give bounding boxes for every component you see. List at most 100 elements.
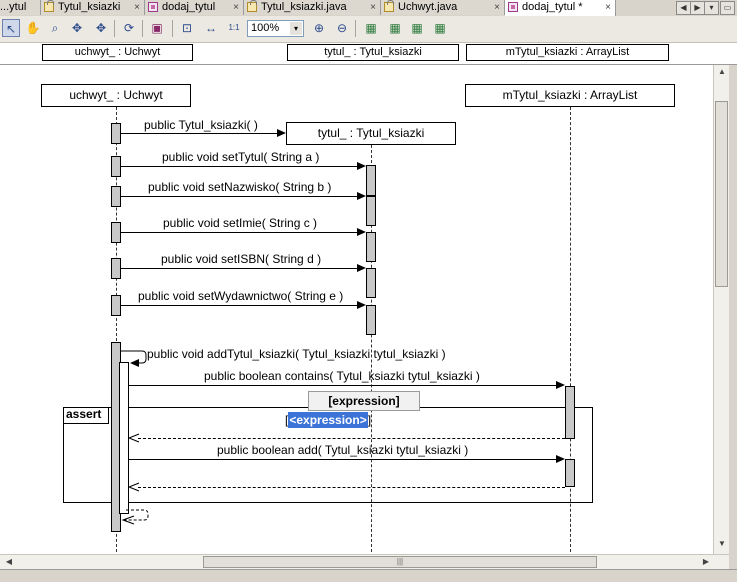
activation-bar[interactable]	[111, 222, 121, 243]
zoom-select[interactable]: 100% ▾	[247, 20, 304, 37]
chevron-down-icon[interactable]: ▾	[290, 22, 302, 35]
message-line[interactable]	[121, 268, 357, 269]
guard-expression-selected-text[interactable]: <expression>	[288, 412, 368, 428]
tab-label: Uchwyt.java	[398, 1, 458, 13]
layout-3-icon[interactable]: ▦	[408, 19, 426, 37]
activation-bar[interactable]	[111, 186, 121, 207]
message-label[interactable]: public void setISBN( String d )	[161, 252, 321, 266]
return-message-line[interactable]	[138, 487, 565, 488]
activation-bar[interactable]	[366, 196, 376, 226]
message-line[interactable]	[121, 166, 357, 167]
message-label[interactable]: public void setImie( String c )	[163, 216, 317, 230]
horizontal-scroll-thumb[interactable]: |||	[203, 556, 597, 568]
activation-bar[interactable]	[565, 459, 575, 487]
layout-2-icon[interactable]: ▦	[386, 19, 404, 37]
hand-icon[interactable]: ✋	[24, 19, 42, 37]
toolbar-separator	[114, 20, 115, 37]
fit-diagram-icon[interactable]: ⊡	[178, 19, 196, 37]
message-label[interactable]: public void addTytul_ksiazki( Tytul_ksia…	[147, 347, 446, 361]
select-icon[interactable]: ↖	[2, 19, 20, 37]
return-arrow-head	[128, 482, 140, 492]
scroll-down-arrow-icon[interactable]: ▼	[715, 539, 729, 548]
activation-bar[interactable]	[366, 305, 376, 335]
guard-editor[interactable]: [<expression>]	[285, 412, 371, 429]
tab-label: ...ytul	[0, 1, 27, 13]
tab-uchwyt-java[interactable]: Uchwyt.java ×	[381, 0, 505, 15]
message-line[interactable]	[121, 305, 357, 306]
activation-bar[interactable]	[366, 232, 376, 262]
object-tytul[interactable]: tytul_ : Tytul_ksiazki	[286, 122, 456, 145]
message-label[interactable]: public void setWydawnictwo( String e )	[138, 289, 343, 303]
close-icon[interactable]: ×	[370, 1, 376, 15]
export-icon[interactable]: ▣	[148, 19, 166, 37]
scroll-up-arrow-icon[interactable]: ▲	[715, 67, 729, 76]
maximize-window-button[interactable]: ▭	[720, 1, 735, 15]
close-icon[interactable]: ×	[605, 1, 611, 15]
scroll-tabs-right-button[interactable]: ▶	[690, 1, 705, 15]
activation-bar[interactable]	[111, 156, 121, 177]
fragment-operator: assert	[63, 407, 109, 424]
message-line[interactable]	[121, 196, 357, 197]
toolbar-separator	[355, 20, 356, 37]
scroll-tabs-left-button[interactable]: ◀	[676, 1, 691, 15]
window-right-edge	[729, 65, 737, 569]
self-return-arrow[interactable]	[120, 507, 152, 527]
header-lifeline-tytul[interactable]: tytul_ : Tytul_ksiazki	[287, 44, 459, 61]
actual-size-icon[interactable]: 1:1	[225, 19, 243, 37]
move-icon[interactable]: ✥	[92, 19, 110, 37]
message-label[interactable]: public boolean contains( Tytul_ksiazki t…	[204, 369, 480, 383]
toolbar-separator	[172, 20, 173, 37]
vertical-scroll-thumb[interactable]	[715, 101, 728, 287]
object-uchwyt[interactable]: uchwyt_ : Uchwyt	[41, 84, 191, 107]
message-line[interactable]	[121, 133, 277, 134]
message-label[interactable]: public boolean add( Tytul_ksiazki tytul_…	[217, 443, 468, 457]
zoom-value: 100%	[251, 22, 280, 34]
activation-bar[interactable]	[111, 295, 121, 316]
arrow-head	[556, 455, 565, 463]
close-icon[interactable]: ×	[233, 1, 239, 15]
header-lifeline-uchwyt[interactable]: uchwyt_ : Uchwyt	[42, 44, 193, 61]
scroll-grip-icon: |||	[396, 557, 404, 566]
close-icon[interactable]: ×	[134, 1, 140, 15]
tab-tytul-ksiazki[interactable]: Tytul_ksiazki ×	[41, 0, 145, 15]
scroll-right-arrow-icon[interactable]: ▶	[699, 557, 713, 566]
navigate-icon[interactable]: ✥	[68, 19, 86, 37]
activation-bar[interactable]	[366, 165, 376, 196]
scroll-left-arrow-icon[interactable]: ◀	[2, 557, 16, 566]
tab-ytul[interactable]: ...ytul	[0, 0, 41, 15]
activation-bar[interactable]	[565, 386, 575, 439]
sequence-diagram-canvas[interactable]: uchwyt_ : Uchwyt mTytul_ksiazki : ArrayL…	[0, 65, 713, 554]
tab-dodaj-tytul[interactable]: dodaj_tytul ×	[145, 0, 244, 15]
layout-4-icon[interactable]: ▦	[431, 19, 449, 37]
zoom-out-icon[interactable]: ⊖	[333, 19, 351, 37]
close-icon[interactable]: ×	[494, 1, 500, 15]
arrow-head	[357, 228, 366, 236]
zoom-in-icon[interactable]: ⊕	[310, 19, 328, 37]
java-class-icon	[44, 0, 54, 12]
activation-bar[interactable]	[366, 268, 376, 298]
message-line[interactable]	[129, 459, 556, 460]
message-line[interactable]	[121, 232, 357, 233]
object-mtytul-ksiazki[interactable]: mTytul_ksiazki : ArrayList	[465, 84, 675, 107]
header-lifeline-mtytul[interactable]: mTytul_ksiazki : ArrayList	[466, 44, 669, 61]
diagram-icon	[148, 2, 158, 12]
layout-1-icon[interactable]: ▦	[362, 19, 380, 37]
activation-bar[interactable]	[111, 258, 121, 279]
message-label[interactable]: public void setTytul( String a )	[162, 150, 319, 164]
activation-bar[interactable]	[111, 123, 121, 144]
return-message-line[interactable]	[138, 438, 565, 439]
message-label[interactable]: public Tytul_ksiazki( )	[144, 118, 258, 132]
vertical-scrollbar[interactable]: ▲ ▼	[713, 65, 730, 554]
message-label[interactable]: public void setNazwisko( String b )	[148, 180, 331, 194]
horizontal-scrollbar[interactable]: ◀ ||| ▶	[0, 554, 729, 570]
message-line[interactable]	[129, 385, 556, 386]
zoom-icon[interactable]: ⌕	[46, 19, 64, 37]
arrow-head	[357, 264, 366, 272]
tab-label: dodaj_tytul	[162, 1, 216, 13]
tab-dodaj-tytul-modified[interactable]: dodaj_tytul * ×	[505, 0, 616, 16]
refresh-icon[interactable]: ⟳	[120, 19, 138, 37]
fit-width-icon[interactable]: ↔	[202, 19, 220, 37]
tab-list-button[interactable]: ▾	[704, 1, 719, 15]
arrow-head	[277, 129, 286, 137]
tab-tytul-ksiazki-java[interactable]: Tytul_ksiazki.java ×	[244, 0, 381, 15]
